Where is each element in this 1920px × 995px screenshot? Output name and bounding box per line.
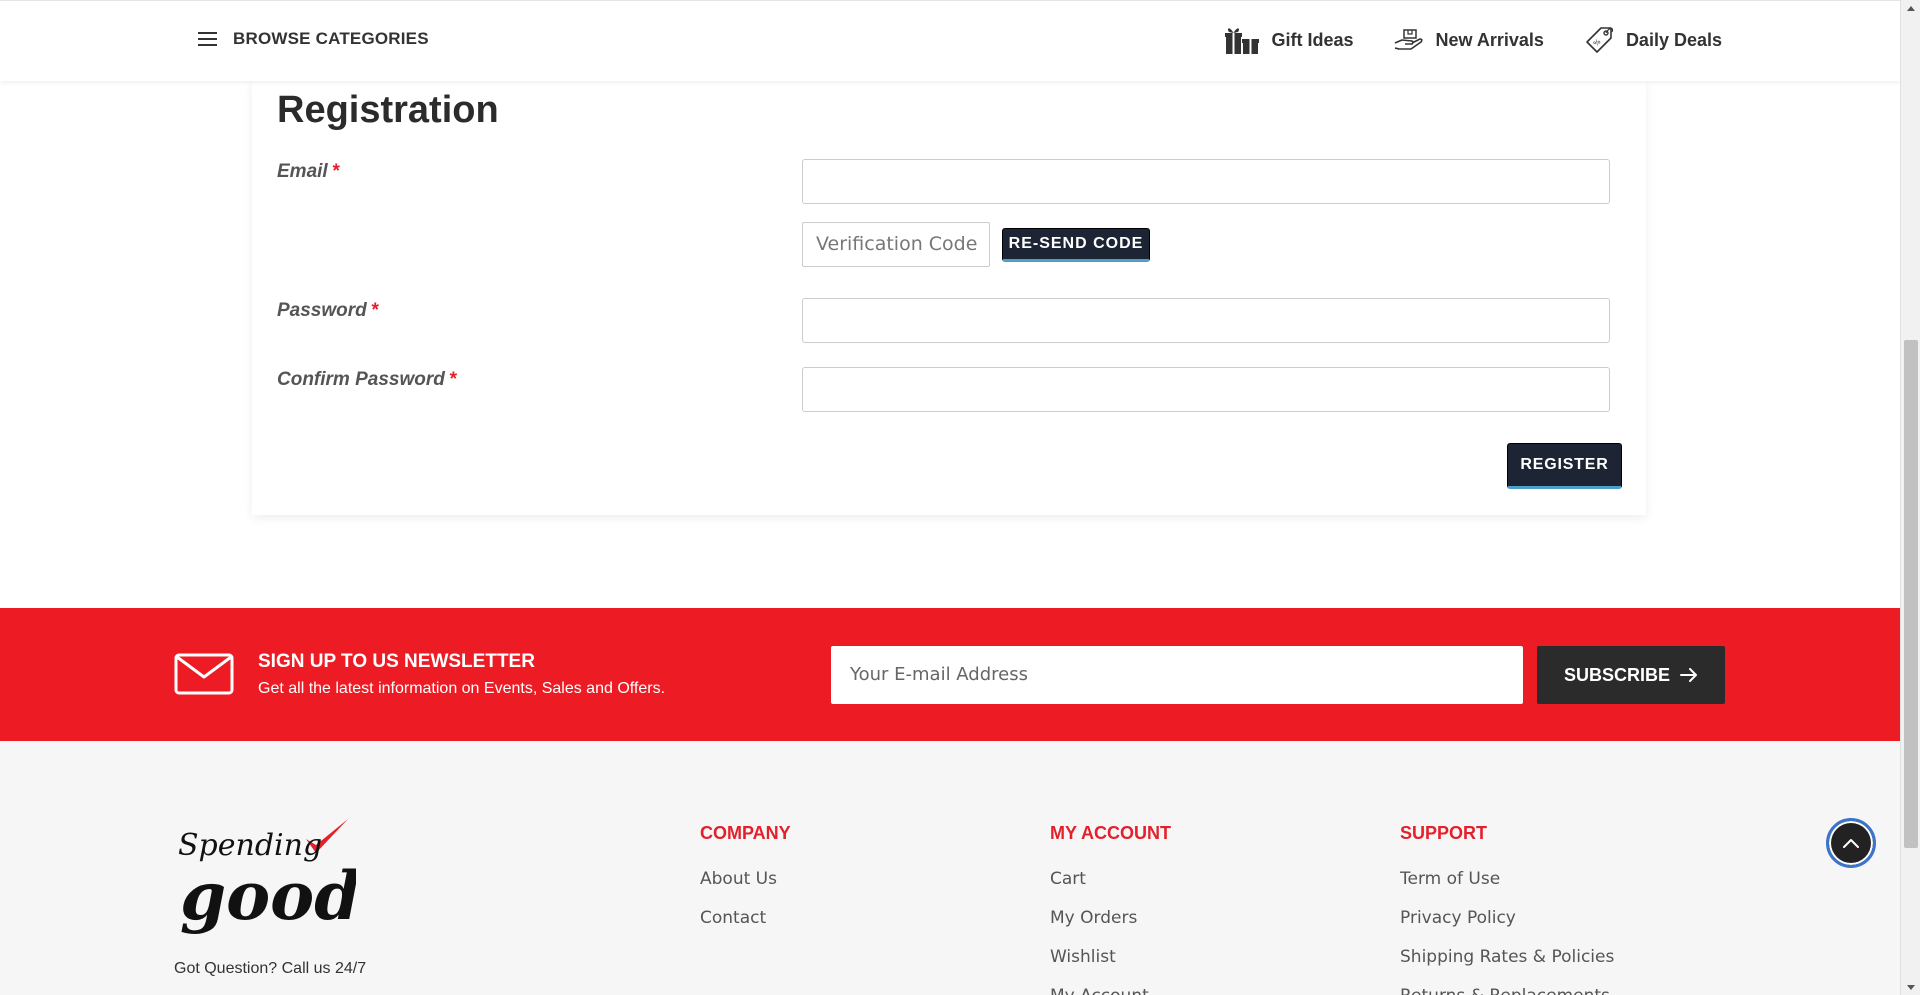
arrow-right-icon	[1680, 668, 1697, 682]
scrollbar-thumb[interactable]	[1904, 340, 1918, 848]
footer-link-about-us[interactable]: About Us	[700, 869, 791, 908]
browse-categories-button[interactable]: BROWSE CATEGORIES	[198, 29, 429, 49]
footer-heading: COMPANY	[700, 823, 791, 843]
verification-code-input[interactable]: Verification Code	[802, 222, 990, 267]
required-mark: *	[370, 300, 379, 321]
nav-link-daily-deals[interactable]: % Daily Deals	[1584, 25, 1722, 55]
back-to-top-button[interactable]	[1826, 818, 1876, 868]
email-label-text: Email	[277, 161, 328, 182]
confirm-password-label: Confirm Password *	[277, 369, 456, 391]
newsletter-section: SIGN UP TO US NEWSLETTER Get all the lat…	[0, 608, 1900, 741]
footer-column-company: COMPANY About Us Contact	[700, 823, 791, 947]
email-input[interactable]	[802, 159, 1610, 204]
register-button[interactable]: REGISTER	[1507, 443, 1622, 489]
price-tag-icon: %	[1586, 27, 1614, 53]
required-mark: *	[448, 369, 457, 390]
footer-heading: MY ACCOUNT	[1050, 823, 1171, 843]
registration-title: Registration	[277, 89, 499, 131]
subscribe-label: SUBSCRIBE	[1563, 664, 1670, 685]
footer-link-returns[interactable]: Returns & Replacements	[1400, 986, 1614, 995]
hand-package-icon	[1394, 29, 1423, 50]
footer-link-wishlist[interactable]: Wishlist	[1050, 947, 1171, 986]
footer-link-my-orders[interactable]: My Orders	[1050, 908, 1171, 947]
footer-heading: SUPPORT	[1400, 823, 1488, 843]
nav-link-label: Gift Ideas	[1271, 29, 1354, 50]
nav-link-gift-ideas[interactable]: Gift Ideas	[1224, 25, 1354, 55]
footer-link-privacy-policy[interactable]: Privacy Policy	[1400, 908, 1614, 947]
page-scrollbar[interactable]	[1900, 0, 1920, 995]
footer-link-cart[interactable]: Cart	[1050, 869, 1171, 908]
registration-card: Registration Email * Verification Code RE…	[252, 81, 1646, 515]
page: BROWSE CATEGORIES Gift Ideas New Arrival…	[0, 0, 1900, 995]
required-mark: *	[331, 161, 340, 182]
footer-column-support: SUPPORT Term of Use Privacy Policy Shipp…	[1400, 823, 1614, 995]
newsletter-title: SIGN UP TO US NEWSLETTER	[258, 651, 535, 672]
svg-text:good: good	[180, 857, 356, 935]
resend-code-button[interactable]: RE-SEND CODE	[1002, 228, 1150, 262]
chevron-up-icon	[1843, 839, 1859, 848]
nav-link-label: Daily Deals	[1625, 29, 1722, 50]
footer-link-my-account[interactable]: My Account	[1050, 986, 1171, 995]
browse-categories-label: BROWSE CATEGORIES	[233, 29, 429, 48]
scroll-down-arrow-icon[interactable]	[1901, 979, 1920, 995]
nav-links: Gift Ideas New Arrivals % Daily Deals	[1224, 25, 1722, 55]
registration-section: Registration Email * Verification Code RE…	[0, 81, 1900, 608]
call-us-text: Got Question? Call us 24/7	[174, 960, 367, 977]
logo-image: Spending good	[178, 819, 360, 935]
confirm-password-label-text: Confirm Password	[277, 369, 445, 390]
gift-icon	[1224, 28, 1259, 54]
email-label: Email *	[277, 161, 339, 183]
footer-link-contact[interactable]: Contact	[700, 908, 791, 947]
password-label: Password *	[277, 300, 378, 322]
footer-link-shipping-rates[interactable]: Shipping Rates & Policies	[1400, 947, 1614, 986]
subscribe-button[interactable]: SUBSCRIBE	[1537, 646, 1725, 704]
svg-text:%: %	[1592, 37, 1603, 48]
confirm-password-input[interactable]	[802, 367, 1610, 412]
newsletter-subtitle: Get all the latest information on Events…	[258, 680, 666, 697]
scroll-up-arrow-icon[interactable]	[1901, 0, 1920, 16]
nav-link-label: New Arrivals	[1435, 29, 1544, 50]
top-navigation-bar: BROWSE CATEGORIES Gift Ideas New Arrival…	[0, 0, 1900, 81]
footer: Spending good Got Question? Call us 24/7…	[0, 741, 1900, 995]
password-input[interactable]	[802, 298, 1610, 343]
envelope-icon	[174, 653, 234, 695]
footer-column-my-account: MY ACCOUNT Cart My Orders Wishlist My Ac…	[1050, 823, 1171, 995]
password-label-text: Password	[277, 300, 367, 321]
nav-link-new-arrivals[interactable]: New Arrivals	[1394, 27, 1544, 53]
hamburger-menu-icon	[198, 32, 217, 46]
newsletter-email-input[interactable]: Your E-mail Address	[831, 646, 1523, 704]
footer-link-term-of-use[interactable]: Term of Use	[1400, 869, 1614, 908]
spending-good-logo[interactable]: Spending good	[176, 811, 360, 936]
